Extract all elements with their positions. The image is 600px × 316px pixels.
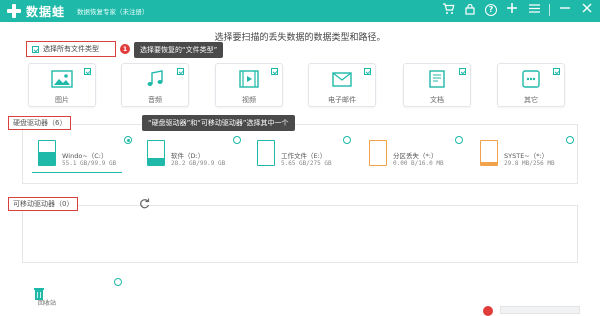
drive-name: 工作文件（E:） <box>281 150 326 160</box>
file-type-label: 音频 <box>122 95 188 105</box>
other-icon <box>520 70 542 88</box>
drive-name: 分区丢失（*:） <box>393 150 437 160</box>
file-type-image[interactable]: 图片 <box>28 63 96 107</box>
plus-icon[interactable] <box>505 3 519 17</box>
select-all-file-types[interactable]: 选择所有文件类型 <box>26 41 116 57</box>
music-icon <box>144 70 166 88</box>
drive-system[interactable]: SYSTE~（*:） 29.8 MB/256 MB <box>474 138 574 178</box>
recycle-bin-radio[interactable] <box>114 278 122 286</box>
file-type-label: 其它 <box>498 95 564 105</box>
hard-drive-icon <box>480 140 498 166</box>
drive-lost-partition[interactable]: 分区丢失（*:） 0.00 B/16.0 MB <box>363 138 463 178</box>
drive-usage-fill <box>148 158 164 165</box>
drive-name: 软件（D:） <box>171 150 204 160</box>
hard-drive-icon <box>147 140 165 166</box>
select-all-label: 选择所有文件类型 <box>43 44 99 54</box>
lock-icon[interactable] <box>463 3 477 17</box>
drive-c[interactable]: Windo~（C:） 55.1 GB/99.9 GB <box>32 138 132 178</box>
hard-drive-title: 硬盘驱动器（6） <box>8 116 71 130</box>
tooltip-step-2: “硬盘驱动器”和“可移动驱动器”选择其中一个 <box>142 115 295 131</box>
drive-usage-fill <box>481 162 497 165</box>
file-type-email[interactable]: 电子邮件 <box>308 63 376 107</box>
removable-drive-title: 可移动驱动器（0） <box>8 197 78 211</box>
drive-radio[interactable] <box>233 136 241 144</box>
file-type-other[interactable]: 其它 <box>497 63 565 107</box>
select-all-checkbox[interactable] <box>32 46 39 53</box>
image-icon <box>51 70 73 88</box>
drive-e[interactable]: 工作文件（E:） 5.65 GB/275 GB <box>251 138 351 178</box>
audio-checkbox[interactable] <box>177 68 184 75</box>
close-icon[interactable] <box>580 3 594 17</box>
drive-radio[interactable] <box>343 136 351 144</box>
file-type-audio[interactable]: 音频 <box>121 63 189 107</box>
video-checkbox[interactable] <box>271 68 278 75</box>
file-type-label: 图片 <box>29 95 95 105</box>
tooltip-step-1: 选择要恢复的“文件类型” <box>134 42 223 58</box>
recycle-bin-label: 回收站 <box>38 298 56 307</box>
cart-icon[interactable] <box>441 3 455 17</box>
drive-name: SYSTE~（*:） <box>504 150 548 160</box>
film-icon <box>238 70 260 88</box>
step-badge-1: 1 <box>120 44 130 54</box>
file-type-label: 电子邮件 <box>309 95 375 105</box>
title-bar-separator <box>549 4 550 16</box>
file-type-label: 视频 <box>216 95 282 105</box>
drive-radio[interactable] <box>455 136 463 144</box>
app-subtitle: 数据恢复专家（未注册） <box>77 6 149 16</box>
drive-size: 55.1 GB/99.9 GB <box>62 160 116 167</box>
other-checkbox[interactable] <box>553 68 560 75</box>
mail-icon <box>331 70 353 88</box>
removable-drive-panel <box>22 205 578 263</box>
drive-d[interactable]: 软件（D:） 28.2 GB/99.9 GB <box>141 138 241 178</box>
app-logo-icon <box>6 3 22 19</box>
drive-radio[interactable] <box>124 136 132 144</box>
image-checkbox[interactable] <box>84 68 91 75</box>
help-icon[interactable]: ? <box>485 4 497 16</box>
status-dot <box>483 306 493 316</box>
document-icon <box>426 70 448 88</box>
drive-size: 28.2 GB/99.9 GB <box>171 160 225 167</box>
selected-underline <box>32 172 122 173</box>
drive-size: 0.00 B/16.0 MB <box>393 160 444 167</box>
menu-icon[interactable] <box>527 3 541 17</box>
minimize-icon[interactable] <box>558 3 572 17</box>
drive-size: 29.8 MB/256 MB <box>504 160 555 167</box>
refresh-icon[interactable] <box>138 198 150 210</box>
title-bar-actions: ? <box>441 3 594 17</box>
drive-usage-fill <box>39 152 55 165</box>
hard-drive-icon <box>38 140 56 166</box>
drive-name: Windo~（C:） <box>62 150 108 160</box>
file-type-label: 文档 <box>404 95 470 105</box>
drive-size: 5.65 GB/275 GB <box>281 160 332 167</box>
title-bar: 数据蛙 数据恢复专家（未注册） ? <box>0 0 600 22</box>
app-name: 数据蛙 <box>26 3 65 20</box>
hard-drive-icon <box>257 140 275 166</box>
file-type-video[interactable]: 视频 <box>215 63 283 107</box>
drive-radio[interactable] <box>566 136 574 144</box>
hard-drive-icon <box>369 140 387 166</box>
document-checkbox[interactable] <box>459 68 466 75</box>
email-checkbox[interactable] <box>364 68 371 75</box>
scan-button[interactable] <box>500 306 580 314</box>
file-type-document[interactable]: 文档 <box>403 63 471 107</box>
